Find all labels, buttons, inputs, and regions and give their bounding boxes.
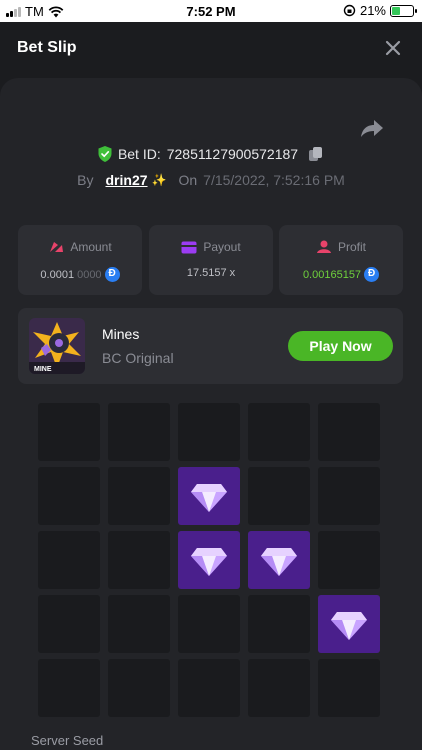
dogecoin-icon xyxy=(364,267,380,282)
on-label: On xyxy=(178,172,198,188)
grid-tile[interactable] xyxy=(38,531,100,589)
amount-label-row: Amount xyxy=(18,240,142,254)
amount-label: Amount xyxy=(70,240,112,254)
grid-tile[interactable] xyxy=(318,531,380,589)
diamond-icon xyxy=(331,612,367,640)
bet-id-row: Bet ID: 72851127900572187 xyxy=(0,146,422,162)
grid-tile[interactable] xyxy=(108,531,170,589)
grid-tile[interactable] xyxy=(248,467,310,525)
play-now-button[interactable]: Play Now xyxy=(288,331,393,361)
grid-tile[interactable] xyxy=(248,659,310,717)
bet-id-value: 72851127900572187 xyxy=(166,146,299,162)
grid-tile-gem[interactable] xyxy=(178,467,240,525)
game-subtitle: BC Original xyxy=(102,350,174,366)
grid-tile[interactable] xyxy=(178,403,240,461)
grid-tile[interactable] xyxy=(108,659,170,717)
grid-tile[interactable] xyxy=(108,595,170,653)
share-icon[interactable] xyxy=(360,118,384,138)
bet-id-label: Bet ID: xyxy=(117,146,161,162)
grid-tile[interactable] xyxy=(38,659,100,717)
grid-tile[interactable] xyxy=(38,403,100,461)
grid-tile[interactable] xyxy=(248,595,310,653)
wallet-icon xyxy=(181,241,197,253)
grid-tile[interactable] xyxy=(248,403,310,461)
amount-box: Amount 0.0001 0000 xyxy=(18,225,142,295)
status-right: 21% xyxy=(343,3,417,18)
payout-value: 17.5157 x xyxy=(186,267,236,279)
bet-datetime: 7/15/2022, 7:52:16 PM xyxy=(203,172,345,188)
profit-label: Profit xyxy=(337,240,366,254)
payout-label: Payout xyxy=(203,240,241,254)
mines-game-thumbnail[interactable]: MINE xyxy=(29,318,85,374)
mines-grid xyxy=(38,403,382,717)
game-card: MINE Mines BC Original Play Now xyxy=(18,308,403,384)
profit-value-text: 0.00165157 xyxy=(302,268,362,281)
profit-icon xyxy=(316,240,331,253)
grid-tile[interactable] xyxy=(178,659,240,717)
grid-tile[interactable] xyxy=(38,467,100,525)
profit-label-row: Profit xyxy=(279,240,403,254)
chip-icon xyxy=(50,242,64,252)
payout-box: Payout 17.5157 x xyxy=(149,225,273,295)
orientation-lock-icon xyxy=(343,4,356,17)
game-name: Mines xyxy=(102,326,140,342)
payout-label-row: Payout xyxy=(149,240,273,254)
amount-value: 0.0001 0000 xyxy=(18,267,142,282)
diamond-icon xyxy=(191,548,227,576)
grid-tile[interactable] xyxy=(108,467,170,525)
battery-percent: 21% xyxy=(359,3,386,18)
grid-tile[interactable] xyxy=(318,403,380,461)
grid-tile-gem[interactable] xyxy=(178,531,240,589)
dogecoin-icon xyxy=(104,267,120,282)
header: Bet Slip xyxy=(0,22,422,78)
status-bar: TM 7:52 PM 21% xyxy=(0,0,422,22)
by-label: By xyxy=(77,172,94,188)
grid-tile[interactable] xyxy=(178,595,240,653)
profit-value: 0.00165157 xyxy=(279,267,403,282)
grid-tile-gem[interactable] xyxy=(318,595,380,653)
grid-tile[interactable] xyxy=(318,659,380,717)
thumb-label: MINE xyxy=(34,366,52,373)
bet-author-row: By drin27 ✨ On 7/15/2022, 7:52:16 PM xyxy=(0,172,422,188)
grid-tile[interactable] xyxy=(38,595,100,653)
close-icon[interactable] xyxy=(382,37,404,59)
grid-tile[interactable] xyxy=(108,403,170,461)
grid-tile-gem[interactable] xyxy=(248,531,310,589)
shield-check-icon xyxy=(98,146,112,162)
page-title: Bet Slip xyxy=(17,39,77,56)
grid-tile[interactable] xyxy=(318,467,380,525)
profit-box: Profit 0.00165157 xyxy=(279,225,403,295)
amount-value-dim: 0000 xyxy=(77,268,102,281)
copy-icon[interactable] xyxy=(308,146,324,162)
battery-icon xyxy=(390,4,417,17)
username-link[interactable]: drin27 xyxy=(106,172,148,188)
diamond-icon xyxy=(261,548,297,576)
server-seed-label: Server Seed xyxy=(31,733,104,748)
diamond-icon xyxy=(191,484,227,512)
amount-value-main: 0.0001 xyxy=(40,268,75,281)
sparkle-emoji: ✨ xyxy=(151,173,167,187)
